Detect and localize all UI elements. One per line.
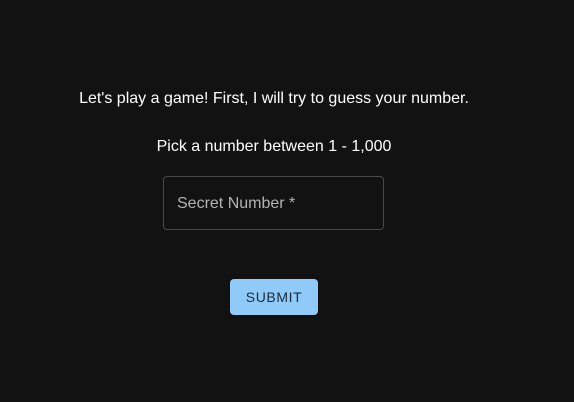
secret-number-input[interactable]	[164, 177, 383, 229]
number-range-prompt: Pick a number between 1 - 1,000	[156, 138, 392, 155]
intro-text: Let's play a game! First, I will try to …	[79, 90, 469, 107]
game-page: Let's play a game! First, I will try to …	[0, 0, 574, 402]
secret-number-field[interactable]: Secret Number *	[163, 176, 384, 230]
submit-button[interactable]: SUBMIT	[230, 279, 318, 315]
